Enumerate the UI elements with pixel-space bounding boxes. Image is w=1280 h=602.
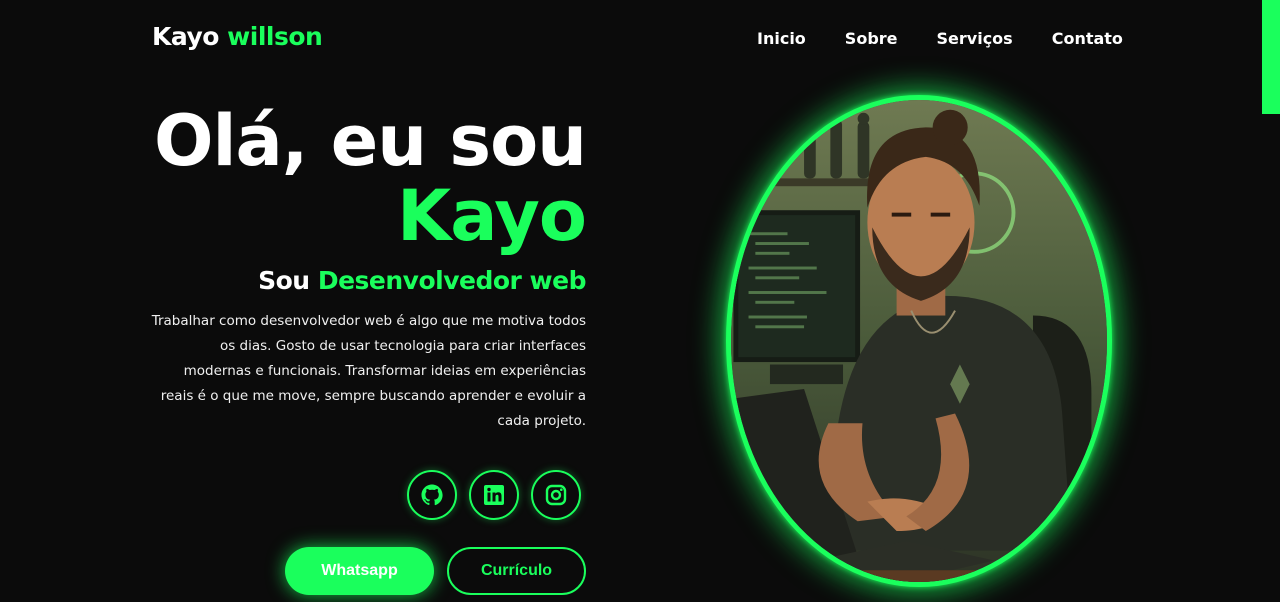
hero-greeting: Olá, eu sou xyxy=(154,100,587,182)
nav-servicos[interactable]: Serviços xyxy=(937,29,1013,48)
nav-contato[interactable]: Contato xyxy=(1052,29,1123,48)
hero-text: Olá, eu sou Kayo Sou Desenvolvedor web T… xyxy=(150,104,587,434)
profile-portrait xyxy=(726,95,1112,587)
linkedin-button[interactable] xyxy=(469,470,519,520)
hero-description: Trabalhar como desenvolvedor web é algo … xyxy=(151,313,586,429)
instagram-button[interactable] xyxy=(531,470,581,520)
logo[interactable]: Kayo willson xyxy=(152,22,323,51)
nav-inicio[interactable]: Inicio xyxy=(757,29,806,48)
logo-first: Kayo xyxy=(152,22,219,51)
instagram-icon xyxy=(545,484,567,506)
curriculo-button[interactable]: Currículo xyxy=(447,547,586,595)
github-button[interactable] xyxy=(407,470,457,520)
subtitle-prefix: Sou xyxy=(258,266,310,295)
whatsapp-button[interactable]: Whatsapp xyxy=(285,547,434,595)
page: Kayo willson Inicio Sobre Serviços Conta… xyxy=(0,0,1280,602)
main-nav: Inicio Sobre Serviços Contato xyxy=(740,29,1123,48)
logo-second: willson xyxy=(227,22,323,51)
subtitle-role: Desenvolvedor web xyxy=(317,266,587,295)
developer-illustration xyxy=(731,100,1107,582)
linkedin-icon xyxy=(484,485,504,505)
nav-sobre[interactable]: Sobre xyxy=(845,29,898,48)
hero-subtitle: Sou Desenvolvedor web xyxy=(150,266,586,295)
hero-name: Kayo xyxy=(396,175,587,257)
github-icon xyxy=(421,484,443,506)
social-links xyxy=(407,470,581,520)
scroll-indicator[interactable] xyxy=(1262,0,1280,114)
hero-title: Olá, eu sou Kayo xyxy=(150,104,587,257)
